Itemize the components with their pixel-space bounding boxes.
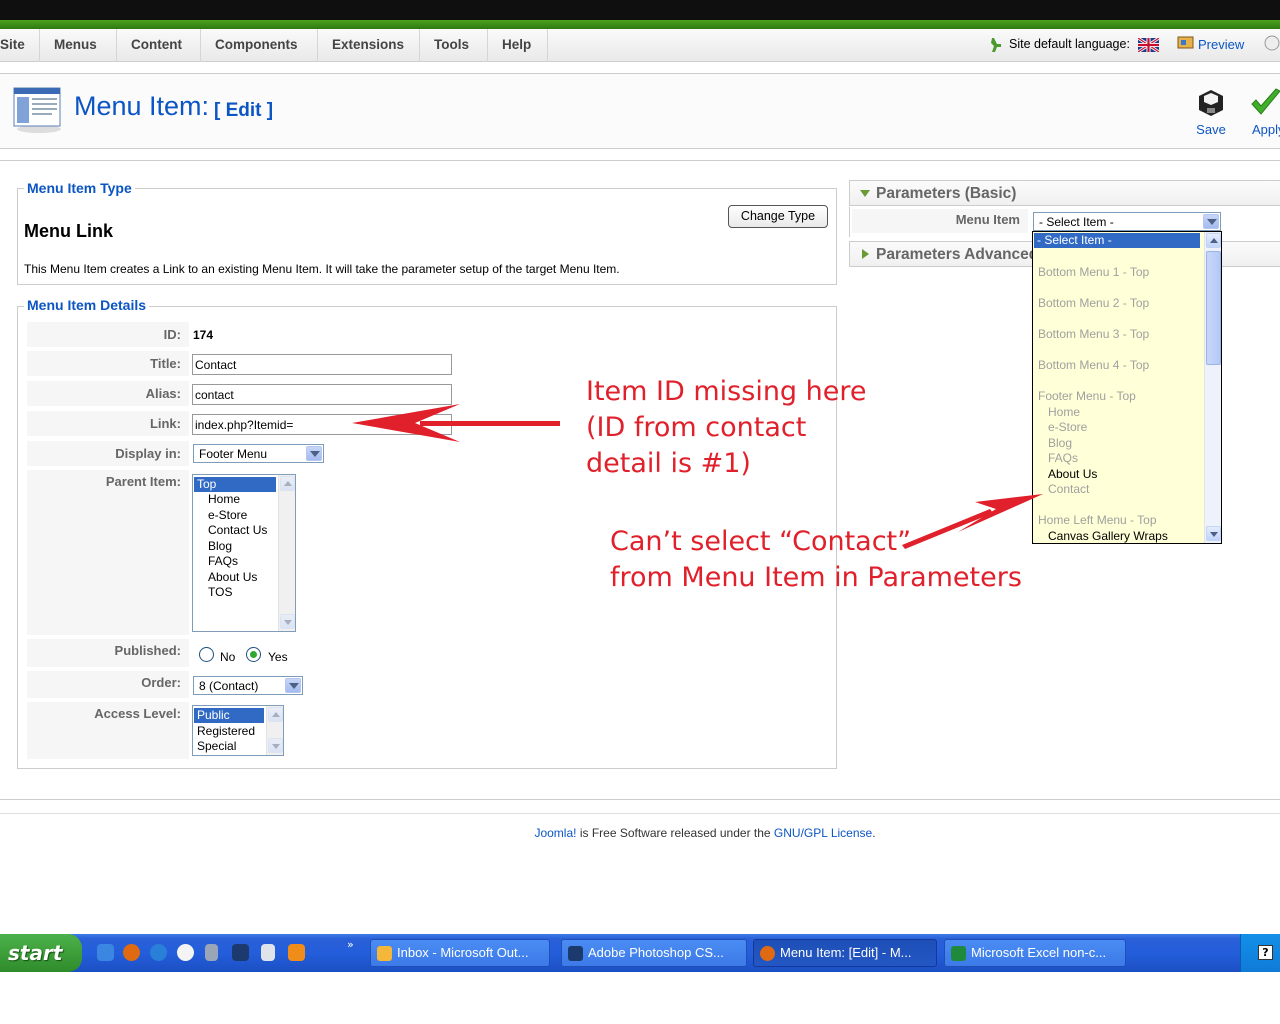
firefox-icon (760, 946, 775, 961)
media-player-icon[interactable] (177, 944, 194, 961)
footer-joomla-link[interactable]: Joomla! (534, 826, 576, 840)
task-photoshop-label: Adobe Photoshop CS... (588, 945, 724, 960)
photoshop-icon (568, 946, 583, 961)
task-photoshop[interactable]: Adobe Photoshop CS... (561, 939, 747, 967)
browser-icon[interactable] (150, 944, 167, 961)
photoshop-icon[interactable] (232, 944, 249, 961)
firefox-icon[interactable] (123, 944, 140, 961)
annotation-note-1-line-3: detail is #1) (586, 448, 751, 479)
footer-middle-text: is Free Software released under the (576, 826, 774, 840)
start-label: start (8, 941, 63, 965)
task-firefox-menu-item[interactable]: Menu Item: [Edit] - M... (753, 939, 937, 967)
start-button[interactable]: start (0, 934, 82, 972)
annotation-note-1: Item ID missing here (ID from contact de… (586, 374, 867, 482)
annotation-note-1-line-1: Item ID missing here (586, 376, 867, 407)
task-outlook[interactable]: Inbox - Microsoft Out... (370, 939, 550, 967)
annotation-note-2: Can’t select “Contact” from Menu Item in… (610, 524, 1022, 596)
outlook-icon (377, 946, 392, 961)
task-firefox-label: Menu Item: [Edit] - M... (780, 945, 912, 960)
illustrator-icon[interactable] (288, 944, 305, 961)
more-chevron-icon[interactable]: » (347, 938, 354, 951)
footer-license-link[interactable]: GNU/GPL License (774, 826, 872, 840)
help-icon[interactable]: ? (1258, 945, 1273, 960)
annotation-note-2-line-1: Can’t select “Contact” (610, 526, 912, 557)
windows-taskbar: start » Inbox - Microsoft Out... Adobe P… (0, 934, 1280, 972)
internet-explorer-icon[interactable] (97, 944, 114, 961)
annotation-note-2-line-2: from Menu Item in Parameters (610, 562, 1022, 593)
calculator-icon[interactable] (261, 944, 275, 961)
footer-divider (0, 813, 1280, 814)
footer-suffix: . (872, 826, 876, 840)
task-excel-label: Microsoft Excel non-c... (971, 945, 1107, 960)
excel-icon (951, 946, 966, 961)
footer-text: Joomla! is Free Software released under … (0, 826, 1280, 840)
task-outlook-label: Inbox - Microsoft Out... (397, 945, 529, 960)
pc-icon[interactable] (205, 944, 218, 961)
system-tray: ? (1240, 934, 1280, 972)
arrow-to-link-field (352, 404, 560, 442)
task-excel[interactable]: Microsoft Excel non-c... (944, 939, 1126, 967)
annotation-note-1-line-2: (ID from contact (586, 412, 807, 443)
